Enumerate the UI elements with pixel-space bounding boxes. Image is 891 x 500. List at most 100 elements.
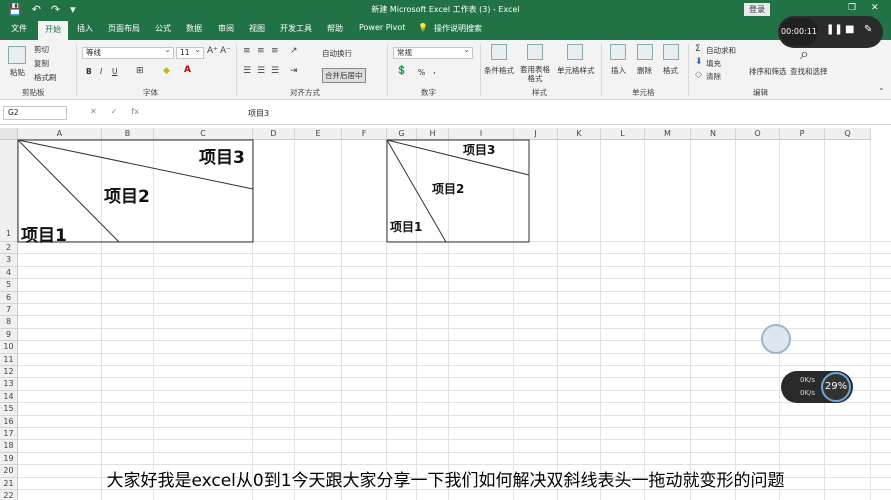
tab-file[interactable]: 文件	[11, 23, 27, 34]
shrink-font-icon[interactable]: A⁻	[220, 46, 231, 56]
column-header[interactable]: A	[18, 128, 102, 140]
stop-icon[interactable]: ■	[845, 24, 854, 35]
autosum-icon[interactable]: Σ	[695, 44, 701, 54]
format-cells-icon[interactable]	[663, 44, 679, 60]
insert-cells-icon[interactable]	[610, 44, 626, 60]
column-header[interactable]: N	[691, 128, 736, 140]
tab-formulas[interactable]: 公式	[155, 23, 171, 34]
row-header[interactable]: 12	[0, 366, 18, 379]
tab-home[interactable]: 开始	[38, 21, 68, 40]
align-middle-icon[interactable]: ≡	[257, 46, 265, 56]
column-header[interactable]: J	[514, 128, 558, 140]
font-name-combo[interactable]: 等线	[82, 45, 174, 59]
sort-filter-button[interactable]: 排序和筛选	[749, 66, 787, 77]
percent-button[interactable]: %	[418, 68, 425, 77]
align-right-icon[interactable]: ☰	[271, 66, 279, 76]
clear-icon[interactable]: ◇	[695, 70, 702, 80]
copy-button[interactable]: 复制	[34, 58, 49, 69]
column-header[interactable]: F	[342, 128, 387, 140]
row-header[interactable]: 4	[0, 266, 18, 280]
column-header[interactable]: P	[780, 128, 825, 140]
formula-input[interactable]: 项目3	[248, 108, 269, 119]
fill-button[interactable]: 填充	[706, 58, 721, 69]
borders-icon[interactable]: ⊞	[136, 66, 144, 76]
tab-help[interactable]: 帮助	[327, 23, 343, 34]
find-select-button[interactable]: 查找和选择	[790, 66, 828, 77]
column-header[interactable]: E	[295, 128, 342, 140]
row-header[interactable]: 3	[0, 254, 18, 267]
bold-button[interactable]: B	[86, 67, 92, 76]
row-header[interactable]: 14	[0, 390, 18, 404]
row-header[interactable]: 17	[0, 428, 18, 441]
row-header[interactable]: 8	[0, 316, 18, 329]
row-header[interactable]: 6	[0, 291, 18, 304]
tell-me-search[interactable]: 操作说明搜索	[434, 23, 482, 34]
row-header[interactable]: 15	[0, 403, 18, 416]
select-all-corner[interactable]	[0, 128, 18, 140]
row-header[interactable]: 13	[0, 378, 18, 391]
row-header[interactable]: 9	[0, 328, 18, 342]
row-header[interactable]: 2	[0, 242, 18, 255]
wrap-text-button[interactable]: 自动换行	[322, 48, 352, 59]
format-as-table-icon[interactable]	[527, 44, 543, 60]
column-header[interactable]: O	[736, 128, 780, 140]
column-header[interactable]: K	[558, 128, 601, 140]
number-format-combo[interactable]: 常规	[393, 45, 473, 59]
align-top-icon[interactable]: ≡	[243, 46, 251, 56]
align-center-icon[interactable]: ☰	[257, 66, 265, 76]
row-header[interactable]: 11	[0, 353, 18, 366]
currency-icon[interactable]: 💲	[396, 66, 407, 76]
paste-button[interactable]: 粘贴	[10, 67, 25, 78]
tab-power-pivot[interactable]: Power Pivot	[359, 23, 405, 32]
underline-button[interactable]: U	[112, 67, 118, 76]
column-header[interactable]: H	[417, 128, 449, 140]
pen-icon[interactable]: ✎	[864, 24, 872, 35]
login-button[interactable]: 登录	[744, 3, 770, 16]
tab-insert[interactable]: 插入	[77, 23, 93, 34]
tab-page-layout[interactable]: 页面布局	[108, 23, 140, 34]
fx-icon[interactable]: fx	[131, 107, 139, 116]
column-header[interactable]: I	[449, 128, 514, 140]
column-header[interactable]: D	[253, 128, 295, 140]
column-header[interactable]: M	[645, 128, 691, 140]
column-header[interactable]: L	[601, 128, 645, 140]
floating-assistant-icon[interactable]	[761, 324, 791, 354]
column-header[interactable]: B	[102, 128, 154, 140]
column-header[interactable]: Q	[825, 128, 871, 140]
delete-cells-button[interactable]: 删除	[637, 65, 652, 76]
restore-icon[interactable]: ❐	[848, 3, 856, 13]
column-header[interactable]: C	[154, 128, 253, 140]
tab-review[interactable]: 审阅	[218, 23, 234, 34]
indent-icon[interactable]: ⇥	[290, 66, 298, 76]
format-as-table-button[interactable]: 套用表格格式	[518, 65, 552, 83]
format-cells-button[interactable]: 格式	[663, 65, 678, 76]
clear-button[interactable]: 清除	[706, 71, 721, 82]
format-painter-button[interactable]: 格式刷	[34, 72, 57, 83]
close-icon[interactable]: ✕	[871, 3, 879, 13]
merge-center-button[interactable]: 合并后居中	[322, 68, 366, 83]
row-header[interactable]: 10	[0, 341, 18, 354]
tab-developer[interactable]: 开发工具	[280, 23, 312, 34]
row-header[interactable]: 16	[0, 415, 18, 428]
enter-icon[interactable]: ✓	[111, 107, 118, 116]
paste-icon[interactable]	[8, 46, 26, 64]
tab-data[interactable]: 数据	[186, 23, 202, 34]
font-size-combo[interactable]: 11	[176, 45, 204, 59]
collapse-ribbon-icon[interactable]: ⌃	[878, 87, 885, 96]
row-header[interactable]: 1	[0, 140, 18, 242]
row-header[interactable]: 18	[0, 440, 18, 453]
italic-button[interactable]: I	[100, 67, 102, 76]
delete-cells-icon[interactable]	[637, 44, 653, 60]
autosum-button[interactable]: 自动求和	[706, 45, 736, 56]
font-color-icon[interactable]: A	[184, 65, 191, 75]
row-header[interactable]: 19	[0, 452, 18, 466]
conditional-formatting-button[interactable]: 条件格式	[484, 65, 514, 76]
cancel-icon[interactable]: ✕	[90, 107, 97, 116]
column-header[interactable]: G	[387, 128, 417, 140]
comma-style-icon[interactable]: ,	[433, 66, 436, 76]
grow-font-icon[interactable]: A⁺	[207, 46, 218, 56]
insert-cells-button[interactable]: 插入	[611, 65, 626, 76]
cut-button[interactable]: 剪切	[34, 44, 49, 55]
conditional-formatting-icon[interactable]	[491, 44, 507, 60]
align-bottom-icon[interactable]: ≡	[271, 46, 279, 56]
